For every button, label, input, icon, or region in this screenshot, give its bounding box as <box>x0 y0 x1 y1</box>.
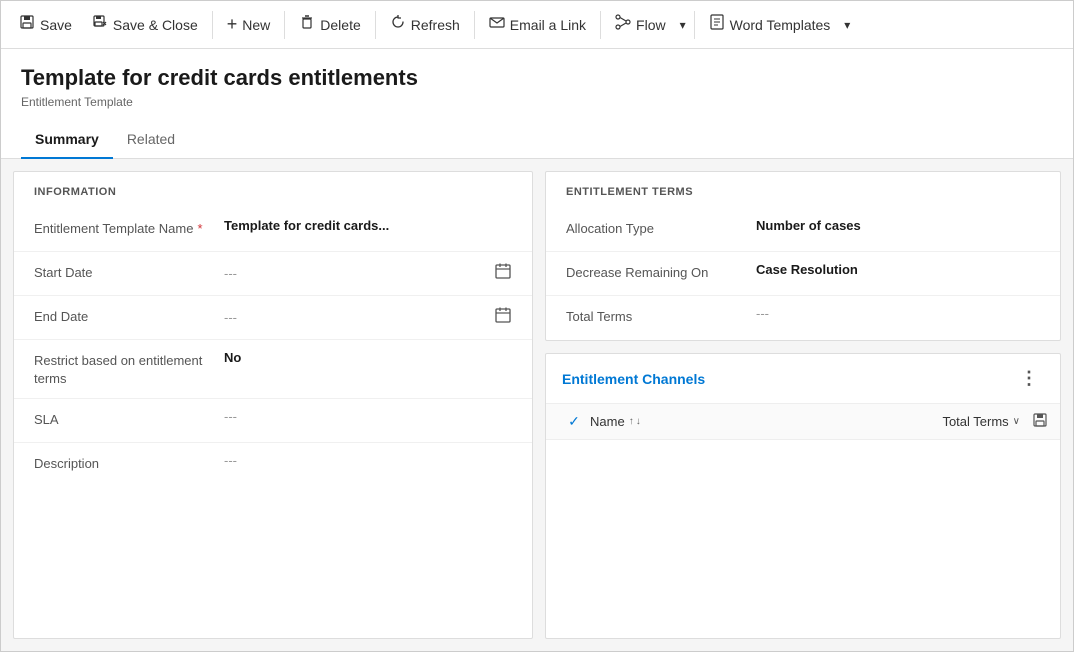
sort-icons: ↑ ↓ <box>629 416 641 427</box>
email-icon <box>489 14 505 35</box>
field-restrict: Restrict based on entitlement terms No <box>14 340 532 399</box>
entitlement-channels-panel: Entitlement Channels ⋮ ✓ Name ↑ ↓ <box>545 353 1061 639</box>
required-asterisk: * <box>197 220 202 238</box>
channels-header: Entitlement Channels ⋮ <box>546 354 1060 404</box>
main-content: INFORMATION Entitlement Template Name * … <box>1 159 1073 651</box>
information-section-title: INFORMATION <box>14 172 532 208</box>
field-value-end-date[interactable]: --- <box>224 310 486 325</box>
flow-icon <box>615 14 631 35</box>
field-label-decrease-remaining: Decrease Remaining On <box>566 262 756 282</box>
field-value-description[interactable]: --- <box>224 453 512 468</box>
check-mark-icon[interactable]: ✓ <box>568 413 580 430</box>
field-value-decrease-remaining[interactable]: Case Resolution <box>756 262 1040 277</box>
separator-4 <box>474 11 475 39</box>
field-sla: SLA --- <box>14 399 532 443</box>
save-close-icon <box>92 14 108 35</box>
field-label-entitlement-name: Entitlement Template Name * <box>34 218 224 238</box>
word-templates-icon <box>709 14 725 35</box>
save-close-button[interactable]: Save & Close <box>82 8 208 41</box>
field-start-date: Start Date --- <box>14 252 532 296</box>
flow-group: Flow ▾ <box>605 8 690 41</box>
delete-button[interactable]: Delete <box>289 8 370 41</box>
information-panel: INFORMATION Entitlement Template Name * … <box>13 171 533 639</box>
field-value-start-date[interactable]: --- <box>224 266 486 281</box>
new-icon: + <box>227 14 238 35</box>
refresh-icon <box>390 14 406 35</box>
delete-icon <box>299 14 315 35</box>
save-icon <box>19 14 35 35</box>
end-date-calendar-icon[interactable] <box>494 306 512 329</box>
field-value-allocation-type[interactable]: Number of cases <box>756 218 1040 233</box>
word-templates-button[interactable]: Word Templates <box>699 8 841 41</box>
field-description: Description --- <box>14 443 532 487</box>
field-entitlement-template-name: Entitlement Template Name * Template for… <box>14 208 532 252</box>
separator-6 <box>694 11 695 39</box>
word-templates-chevron[interactable]: ▾ <box>840 12 854 38</box>
total-terms-column-header: Total Terms ∨ <box>942 412 1048 431</box>
field-value-restrict[interactable]: No <box>224 350 512 365</box>
page-header: Template for credit cards entitlements E… <box>1 49 1073 121</box>
word-templates-group: Word Templates ▾ <box>699 8 855 41</box>
field-label-end-date: End Date <box>34 306 224 326</box>
separator-5 <box>600 11 601 39</box>
field-value-total-terms[interactable]: --- <box>756 306 1040 321</box>
field-end-date: End Date --- <box>14 296 532 340</box>
field-label-start-date: Start Date <box>34 262 224 282</box>
field-decrease-remaining-on: Decrease Remaining On Case Resolution <box>546 252 1060 296</box>
tab-related[interactable]: Related <box>113 121 189 159</box>
entitlement-terms-title: ENTITLEMENT TERMS <box>546 172 1060 208</box>
flow-button[interactable]: Flow <box>605 8 676 41</box>
channels-more-button[interactable]: ⋮ <box>1014 366 1044 391</box>
channels-save-icon[interactable] <box>1032 412 1048 431</box>
name-column-header: Name ↑ ↓ <box>590 414 942 429</box>
sort-down-icon[interactable]: ↓ <box>636 416 641 427</box>
toolbar: Save Save & Close + New Delete Refresh <box>1 1 1073 49</box>
separator-2 <box>284 11 285 39</box>
field-value-entitlement-name[interactable]: Template for credit cards... <box>224 218 512 233</box>
field-label-description: Description <box>34 453 224 473</box>
check-col: ✓ <box>558 413 590 430</box>
entitlement-terms-panel: ENTITLEMENT TERMS Allocation Type Number… <box>545 171 1061 341</box>
tabs-bar: Summary Related <box>1 121 1073 159</box>
channels-title: Entitlement Channels <box>562 371 705 387</box>
total-terms-chevron-icon[interactable]: ∨ <box>1013 416 1020 427</box>
separator-3 <box>375 11 376 39</box>
sort-up-icon[interactable]: ↑ <box>629 416 634 427</box>
field-label-sla: SLA <box>34 409 224 429</box>
field-value-sla[interactable]: --- <box>224 409 512 424</box>
field-total-terms: Total Terms --- <box>546 296 1060 340</box>
field-label-restrict: Restrict based on entitlement terms <box>34 350 224 388</box>
refresh-button[interactable]: Refresh <box>380 8 470 41</box>
email-link-button[interactable]: Email a Link <box>479 8 596 41</box>
save-button[interactable]: Save <box>9 8 82 41</box>
start-date-calendar-icon[interactable] <box>494 262 512 285</box>
separator-1 <box>212 11 213 39</box>
channels-table-header: ✓ Name ↑ ↓ Total Terms ∨ <box>546 404 1060 440</box>
new-button[interactable]: + New <box>217 8 281 41</box>
right-panels: ENTITLEMENT TERMS Allocation Type Number… <box>545 171 1061 639</box>
page-subtitle: Entitlement Template <box>21 95 1053 109</box>
tab-summary[interactable]: Summary <box>21 121 113 159</box>
field-allocation-type: Allocation Type Number of cases <box>546 208 1060 252</box>
field-label-total-terms: Total Terms <box>566 306 756 326</box>
field-label-allocation-type: Allocation Type <box>566 218 756 238</box>
flow-chevron[interactable]: ▾ <box>676 12 690 38</box>
page-title: Template for credit cards entitlements <box>21 65 1053 91</box>
